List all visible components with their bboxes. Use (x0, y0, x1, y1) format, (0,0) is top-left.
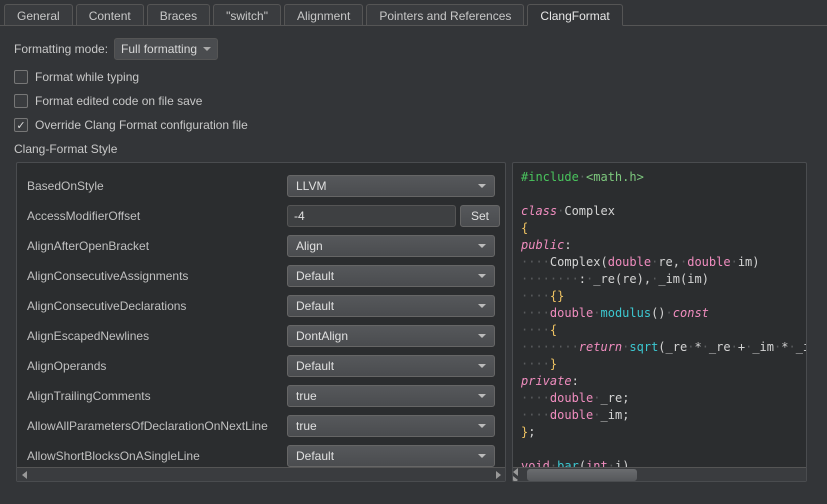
checkbox-box (14, 94, 28, 108)
setting-name: AlignConsecutiveAssignments (27, 269, 287, 283)
setting-input-accessmodifieroffset[interactable] (287, 205, 456, 227)
caret-down-icon (478, 184, 486, 188)
setting-row-alignoperands: AlignOperands Default (27, 351, 495, 381)
format-on-save-checkbox[interactable]: Format edited code on file save (14, 94, 202, 108)
setting-combo-alignconsecutivedeclarations[interactable]: Default (287, 295, 495, 317)
code-body: #include·<math.h> class·Complex { public… (513, 163, 806, 467)
setting-value: Default (296, 299, 334, 313)
main-panel: Formatting mode: Full formatting Format … (0, 26, 827, 482)
setting-combo-allowallparametersofdeclarationonnextline[interactable]: true (287, 415, 495, 437)
settings-pane: BasedOnStyleLLVMAccessModifierOffsetSetA… (16, 162, 506, 482)
setting-combo-allowshortblocksonasingleline[interactable]: Default (287, 445, 495, 467)
tab-bar: GeneralContentBraces"switch"AlignmentPoi… (0, 0, 827, 26)
caret-down-icon (478, 274, 486, 278)
setting-combo-alignescapednewlines[interactable]: DontAlign (287, 325, 495, 347)
tab-general[interactable]: General (4, 4, 73, 25)
checkbox-box: ✓ (14, 118, 28, 132)
setting-name: AlignAfterOpenBracket (27, 239, 287, 253)
scroll-thumb[interactable] (527, 469, 637, 481)
formatting-mode-label: Formatting mode: (14, 42, 108, 56)
checkbox-label: Format edited code on file save (35, 94, 202, 108)
setting-name: BasedOnStyle (27, 179, 287, 193)
setting-value: Default (296, 449, 334, 463)
set-button[interactable]: Set (460, 205, 500, 227)
tab-braces[interactable]: Braces (147, 4, 210, 25)
caret-down-icon (478, 244, 486, 248)
setting-row-accessmodifieroffset: AccessModifierOffsetSet (27, 201, 495, 231)
tab-content[interactable]: Content (76, 4, 144, 25)
scroll-left-icon[interactable] (17, 468, 31, 482)
checkbox-label: Override Clang Format configuration file (35, 118, 248, 132)
setting-value: true (296, 389, 317, 403)
setting-combo-alignconsecutiveassignments[interactable]: Default (287, 265, 495, 287)
tab-switch[interactable]: "switch" (213, 4, 281, 25)
tab-clangformat[interactable]: ClangFormat (527, 4, 622, 26)
setting-value: true (296, 419, 317, 433)
scroll-right-icon[interactable] (491, 468, 505, 482)
setting-name: AllowAllParametersOfDeclarationOnNextLin… (27, 419, 287, 433)
caret-down-icon (203, 47, 211, 51)
tab-alignment[interactable]: Alignment (284, 4, 363, 25)
setting-row-alignconsecutiveassignments: AlignConsecutiveAssignments Default (27, 261, 495, 291)
code-preview-pane: #include·<math.h> class·Complex { public… (512, 162, 807, 482)
override-config-checkbox[interactable]: ✓ Override Clang Format configuration fi… (14, 118, 248, 132)
setting-value: LLVM (296, 179, 326, 193)
setting-row-allowshortblocksonasingleline: AllowShortBlocksOnASingleLine Default (27, 441, 495, 467)
checkbox-label: Format while typing (35, 70, 139, 84)
setting-combo-alignoperands[interactable]: Default (287, 355, 495, 377)
checkbox-box (14, 70, 28, 84)
setting-value: Default (296, 269, 334, 283)
code-hscrollbar[interactable] (513, 467, 806, 481)
formatting-mode-dropdown[interactable]: Full formatting (114, 38, 218, 60)
tab-pointersandreferences[interactable]: Pointers and References (366, 4, 524, 25)
setting-name: AlignOperands (27, 359, 287, 373)
caret-down-icon (478, 454, 486, 458)
setting-combo-basedonstyle[interactable]: LLVM (287, 175, 495, 197)
settings-hscrollbar[interactable] (17, 467, 505, 481)
setting-value: DontAlign (296, 329, 348, 343)
caret-down-icon (478, 334, 486, 338)
setting-combo-alignafteropenbracket[interactable]: Align (287, 235, 495, 257)
caret-down-icon (478, 364, 486, 368)
setting-name: AlignEscapedNewlines (27, 329, 287, 343)
setting-row-basedonstyle: BasedOnStyle LLVM (27, 171, 495, 201)
section-title: Clang-Format Style (14, 142, 813, 156)
setting-name: AllowShortBlocksOnASingleLine (27, 449, 287, 463)
setting-row-alignescapednewlines: AlignEscapedNewlines DontAlign (27, 321, 495, 351)
caret-down-icon (478, 304, 486, 308)
setting-name: AccessModifierOffset (27, 209, 287, 223)
setting-row-aligntrailingcomments: AlignTrailingComments true (27, 381, 495, 411)
setting-value: Align (296, 239, 323, 253)
caret-down-icon (478, 424, 486, 428)
setting-name: AlignConsecutiveDeclarations (27, 299, 287, 313)
format-while-typing-checkbox[interactable]: Format while typing (14, 70, 139, 84)
setting-name: AlignTrailingComments (27, 389, 287, 403)
setting-value: Default (296, 359, 334, 373)
setting-row-alignconsecutivedeclarations: AlignConsecutiveDeclarations Default (27, 291, 495, 321)
formatting-mode-value: Full formatting (121, 42, 197, 56)
setting-combo-aligntrailingcomments[interactable]: true (287, 385, 495, 407)
setting-row-alignafteropenbracket: AlignAfterOpenBracket Align (27, 231, 495, 261)
setting-row-allowallparametersofdeclarationonnextline: AllowAllParametersOfDeclarationOnNextLin… (27, 411, 495, 441)
caret-down-icon (478, 394, 486, 398)
